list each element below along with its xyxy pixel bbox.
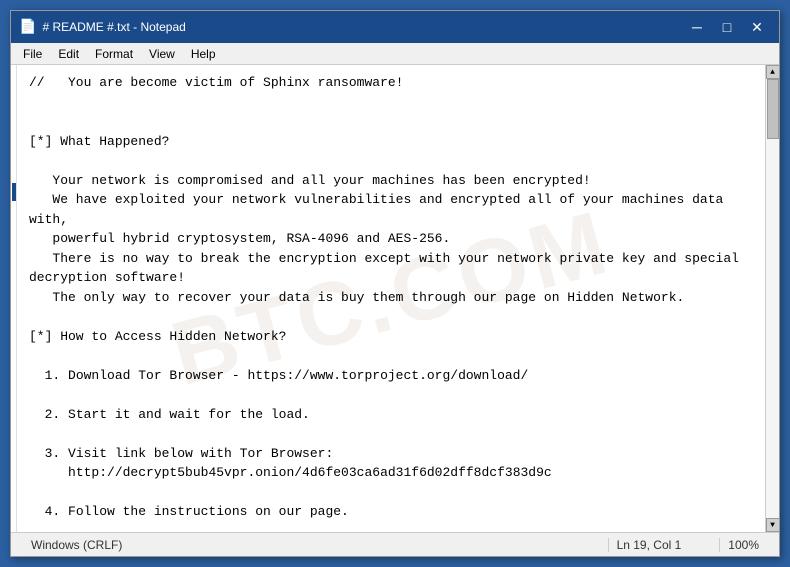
- editor-area: BTC.COM // You are become victim of Sphi…: [11, 65, 779, 532]
- notepad-window: 📄 # README #.txt - Notepad ─ □ ✕ File Ed…: [10, 10, 780, 557]
- minimize-button[interactable]: ─: [683, 16, 711, 38]
- status-position: Ln 19, Col 1: [608, 538, 690, 552]
- scroll-thumb[interactable]: [767, 79, 779, 139]
- scroll-track[interactable]: [766, 79, 780, 518]
- status-encoding: Windows (CRLF): [23, 538, 130, 552]
- menu-file[interactable]: File: [15, 45, 50, 63]
- menu-bar: File Edit Format View Help: [11, 43, 779, 65]
- vertical-scrollbar[interactable]: ▲ ▼: [765, 65, 779, 532]
- close-button[interactable]: ✕: [743, 16, 771, 38]
- maximize-button[interactable]: □: [713, 16, 741, 38]
- menu-help[interactable]: Help: [183, 45, 224, 63]
- menu-format[interactable]: Format: [87, 45, 141, 63]
- status-bar: Windows (CRLF) Ln 19, Col 1 100%: [11, 532, 779, 556]
- window-title: # README #.txt - Notepad: [42, 20, 185, 34]
- content-area[interactable]: BTC.COM // You are become victim of Sphi…: [17, 65, 765, 532]
- menu-view[interactable]: View: [141, 45, 183, 63]
- line-indicator: [12, 183, 16, 201]
- scroll-up-button[interactable]: ▲: [766, 65, 780, 79]
- text-content[interactable]: // You are become victim of Sphinx ranso…: [29, 73, 753, 532]
- status-zoom: 100%: [719, 538, 767, 552]
- title-bar-left: 📄 # README #.txt - Notepad: [19, 19, 186, 36]
- scroll-down-button[interactable]: ▼: [766, 518, 780, 532]
- window-controls: ─ □ ✕: [683, 16, 771, 38]
- title-bar: 📄 # README #.txt - Notepad ─ □ ✕: [11, 11, 779, 43]
- menu-edit[interactable]: Edit: [50, 45, 87, 63]
- app-icon: 📄: [19, 19, 36, 36]
